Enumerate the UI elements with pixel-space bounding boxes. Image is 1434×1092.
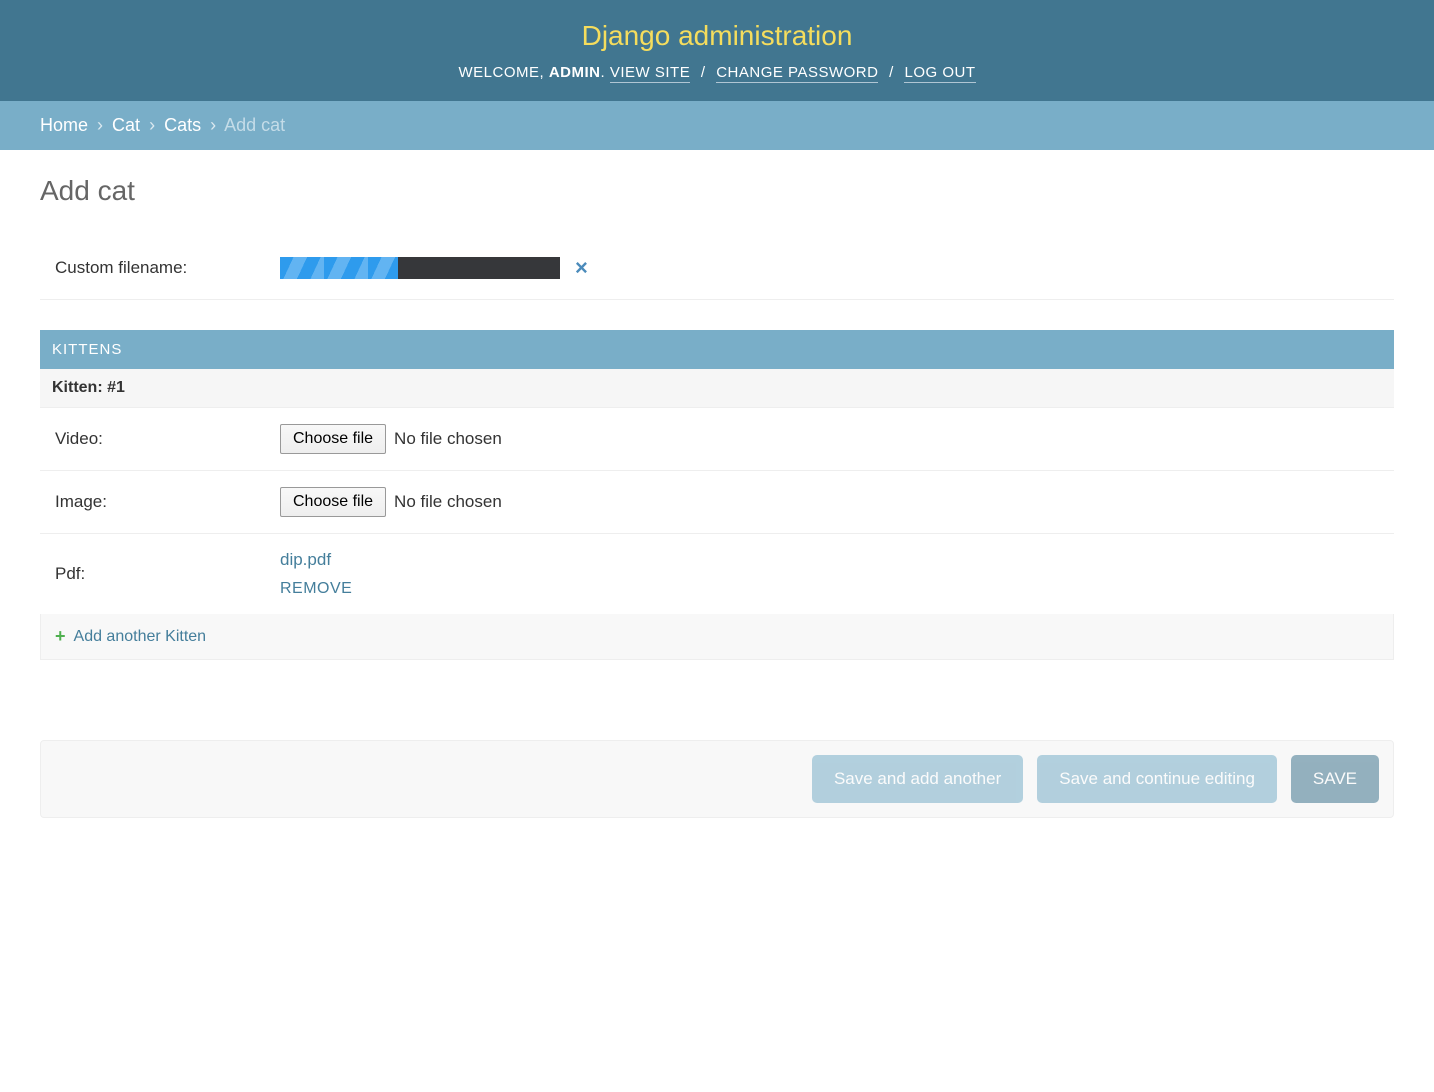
inline-section-header: KITTENS: [40, 330, 1394, 369]
separator: /: [690, 64, 716, 81]
separator: /: [878, 64, 904, 81]
inline-kittens: KITTENS Kitten: #1 Video: Choose file No…: [40, 330, 1394, 660]
save-continue-button[interactable]: Save and continue editing: [1037, 755, 1277, 803]
breadcrumb: Home › Cat › Cats › Add cat: [0, 101, 1434, 150]
log-out-link[interactable]: LOG OUT: [904, 64, 975, 83]
welcome-text: WELCOME,: [459, 64, 549, 81]
breadcrumb-model[interactable]: Cats: [164, 115, 201, 135]
breadcrumb-sep: ›: [206, 115, 220, 135]
progress-fill: [280, 257, 398, 279]
content: Add cat Custom filename: × KITTENS Kitte…: [0, 150, 1434, 858]
breadcrumb-home[interactable]: Home: [40, 115, 88, 135]
site-header: Django administration WELCOME, ADMIN. VI…: [0, 0, 1434, 101]
upload-progress: ×: [280, 255, 593, 281]
dot: .: [601, 64, 610, 81]
save-button[interactable]: SAVE: [1291, 755, 1379, 803]
plus-icon: +: [55, 626, 66, 647]
site-title: Django administration: [40, 20, 1394, 52]
image-file-status: No file chosen: [394, 492, 502, 512]
progress-bar: [280, 257, 560, 279]
image-label: Image:: [55, 492, 280, 512]
image-choose-file-button[interactable]: Choose file: [280, 487, 386, 517]
breadcrumb-sep: ›: [93, 115, 107, 135]
username: ADMIN: [549, 64, 601, 81]
video-choose-file-button[interactable]: Choose file: [280, 424, 386, 454]
pdf-filename-link[interactable]: dip.pdf: [280, 550, 352, 570]
field-image: Image: Choose file No file chosen: [40, 471, 1394, 534]
custom-filename-label: Custom filename:: [55, 258, 280, 278]
add-another-row[interactable]: + Add another Kitten: [40, 614, 1394, 660]
add-another-kitten-link[interactable]: Add another Kitten: [74, 628, 207, 646]
save-add-another-button[interactable]: Save and add another: [812, 755, 1023, 803]
view-site-link[interactable]: VIEW SITE: [610, 64, 690, 83]
breadcrumb-app[interactable]: Cat: [112, 115, 140, 135]
change-password-link[interactable]: CHANGE PASSWORD: [716, 64, 878, 83]
inline-item-header: Kitten: #1: [40, 369, 1394, 408]
breadcrumb-sep: ›: [145, 115, 159, 135]
video-label: Video:: [55, 429, 280, 449]
field-pdf: Pdf: dip.pdf REMOVE: [40, 534, 1394, 614]
submit-row: Save and add another Save and continue e…: [40, 740, 1394, 818]
cancel-upload-icon[interactable]: ×: [570, 255, 593, 281]
pdf-remove-link[interactable]: REMOVE: [280, 580, 352, 598]
field-video: Video: Choose file No file chosen: [40, 408, 1394, 471]
breadcrumb-current: Add cat: [224, 115, 285, 135]
user-tools: WELCOME, ADMIN. VIEW SITE / CHANGE PASSW…: [40, 64, 1394, 81]
page-title: Add cat: [40, 175, 1394, 207]
video-file-status: No file chosen: [394, 429, 502, 449]
pdf-label: Pdf:: [55, 564, 280, 584]
field-custom-filename: Custom filename: ×: [40, 237, 1394, 300]
